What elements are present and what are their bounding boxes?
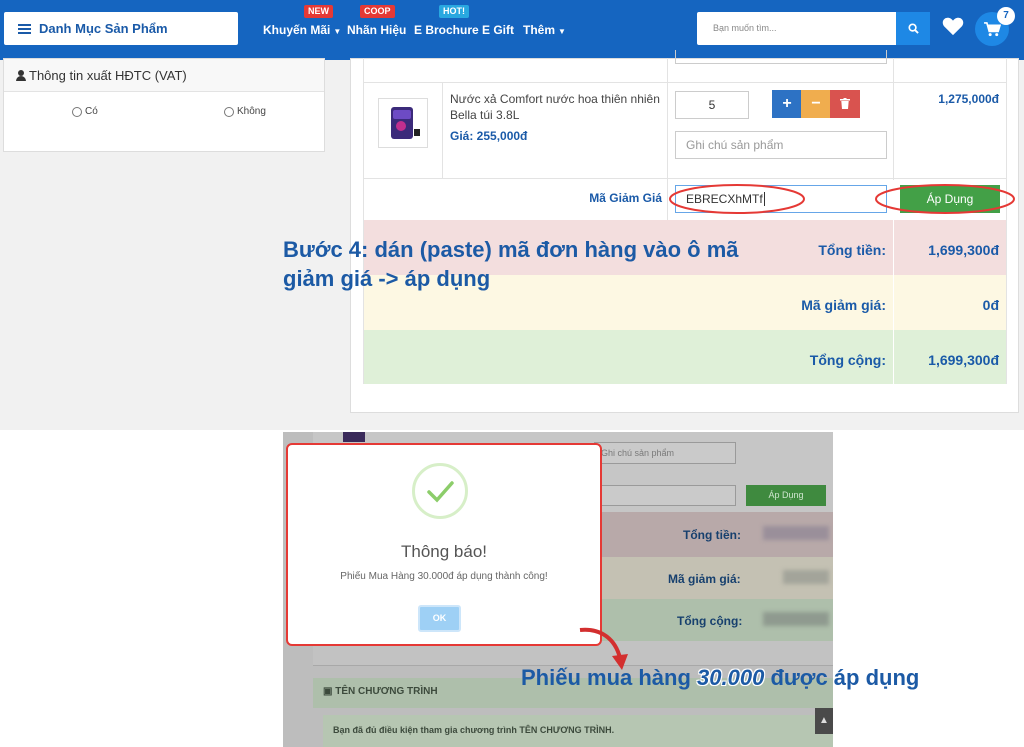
vat-panel-header: Thông tin xuất HĐTC (VAT) (4, 59, 324, 92)
product-note-input[interactable]: Ghi chú sản phẩm (675, 131, 887, 159)
table-border (893, 58, 894, 180)
nav-item-label: Khuyến Mãi (263, 23, 331, 37)
nav-item-e-brochure[interactable]: E Brochure (414, 23, 479, 37)
line-total: 1,275,000đ (938, 92, 999, 106)
modal-ok-button[interactable]: OK (418, 605, 461, 632)
caret-down-icon: ▼ (333, 27, 342, 36)
menu-icon (18, 22, 31, 36)
applied-annotation: Phiếu mua hàng 30.000 được áp dụng (521, 665, 1021, 691)
cart-count-badge: 7 (997, 7, 1015, 25)
coupon-value: EBRECXhMTf (686, 192, 763, 206)
applied-text-after: được áp dụng (764, 665, 920, 690)
summary-label: Tổng cộng: (677, 614, 743, 628)
search-input[interactable]: Bạn muốn tìm... (697, 12, 896, 45)
product-price: Giá: 255,000đ (450, 129, 528, 143)
trash-icon (840, 98, 850, 109)
category-menu-label: Danh Mục Sản Phẩm (39, 21, 168, 36)
table-border (893, 220, 894, 384)
summary-value: 0đ (982, 297, 999, 313)
hot-badge: HOT! (439, 5, 469, 18)
nav-item-e-gift[interactable]: E Gift (482, 23, 514, 37)
nav-item-label: Thêm (523, 23, 556, 37)
summary-label: Mã giảm giá: (668, 572, 741, 586)
coupon-label: Mã Giảm Giá (589, 191, 662, 205)
blurred-value (763, 612, 829, 626)
decrease-quantity-button[interactable]: − (801, 90, 831, 118)
radio-label: Không (237, 106, 266, 117)
search-button[interactable] (896, 12, 930, 45)
dimmed-apply-button: Áp Dụng (746, 485, 826, 506)
radio-circle (224, 106, 234, 117)
blurred-value (783, 570, 829, 584)
dimmed-coupon-input (594, 485, 736, 506)
wishlist-heart-icon[interactable] (942, 15, 964, 37)
nav-item-them[interactable]: Thêm ▼ (523, 23, 566, 37)
blurred-value (763, 526, 829, 540)
caret-down-icon: ▼ (558, 27, 566, 36)
nav-item-label: E Gift (482, 23, 514, 37)
cart-page: Danh Mục Sản Phẩm NEW Khuyến Mãi ▼ COOP N… (0, 0, 1024, 430)
table-border (363, 82, 1007, 83)
modal-title: Thông báo! (400, 542, 487, 561)
radio-label: Có (85, 106, 98, 117)
summary-label: Mã giảm giá: (801, 297, 886, 313)
success-check-icon (412, 463, 468, 519)
quantity-input[interactable]: 5 (675, 91, 749, 119)
product-image (378, 98, 428, 148)
delete-item-button[interactable] (830, 90, 860, 118)
scroll-top-button[interactable]: ▲ (815, 708, 833, 734)
table-border (442, 82, 443, 179)
nav-item-nhan-hieu[interactable]: Nhãn Hiệu (347, 23, 406, 37)
applied-text-before: Phiếu mua hàng (521, 665, 698, 690)
program-message: Bạn đã đủ điều kiện tham gia chương trìn… (323, 715, 833, 747)
table-border (1006, 58, 1007, 384)
cart-icon (983, 21, 1001, 36)
search-icon (907, 23, 919, 34)
program-title: TÊN CHƯƠNG TRÌNH (335, 686, 438, 697)
nav-item-khuyen-mai[interactable]: Khuyến Mãi ▼ (263, 23, 341, 37)
summary-row-grand-total: Tổng cộng: 1,699,300đ (364, 330, 1006, 384)
gift-icon: ▣ (323, 686, 333, 697)
summary-label: Tổng tiền: (683, 528, 741, 542)
vat-info-panel: Thông tin xuất HĐTC (VAT) Có Không (3, 58, 325, 152)
nav-item-label: Nhãn Hiệu (347, 23, 407, 37)
new-badge: NEW (304, 5, 333, 18)
category-menu-button[interactable]: Danh Mục Sản Phẩm (4, 12, 238, 45)
summary-value: 1,699,300đ (928, 352, 999, 368)
summary-label: Tổng cộng: (809, 352, 886, 368)
coop-badge: COOP (360, 5, 395, 18)
apply-coupon-button[interactable]: Áp Dụng (900, 185, 1000, 213)
nav-item-label: E Brochure (414, 23, 479, 37)
step-annotation: Bước 4: dán (paste) mã đơn hàng vào ô mã… (283, 237, 739, 291)
table-border (363, 178, 1007, 179)
product-name[interactable]: Nước xả Comfort nước hoa thiên nhiên Bel… (450, 91, 660, 123)
radio-circle (72, 106, 82, 117)
vat-option-co[interactable]: Có (72, 106, 98, 117)
vat-option-khong[interactable]: Không (224, 106, 266, 117)
vat-panel-title: Thông tin xuất HĐTC (VAT) (29, 68, 187, 83)
coupon-input[interactable]: EBRECXhMTf (675, 185, 887, 213)
previous-note-input[interactable] (675, 50, 887, 64)
note-placeholder: Ghi chú sản phẩm (601, 448, 675, 458)
modal-message: Phiếu Mua Hàng 30.000đ áp dụng thành côn… (340, 571, 548, 582)
dimmed-product-image (343, 432, 365, 442)
increase-quantity-button[interactable]: + (772, 90, 802, 118)
summary-value: 1,699,300đ (928, 242, 999, 258)
user-icon (16, 70, 26, 81)
dimmed-note-input: Ghi chú sản phẩm (594, 442, 736, 464)
applied-text-highlight: 30.000 (697, 665, 765, 690)
